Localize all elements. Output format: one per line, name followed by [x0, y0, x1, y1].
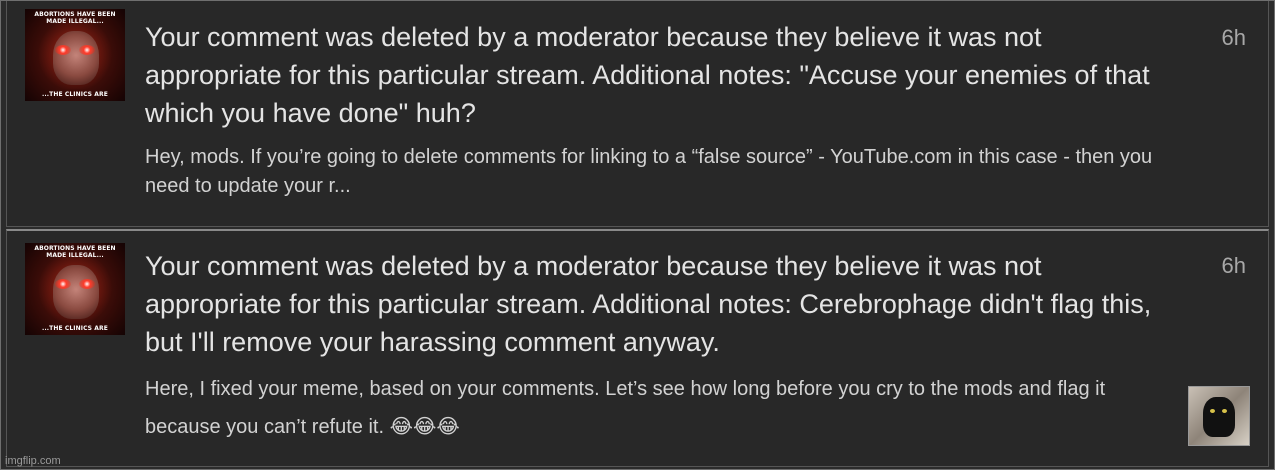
black-cat-meme-icon[interactable]: [1188, 386, 1250, 446]
laughing-emoji-icon: 😂😂😂: [389, 414, 460, 438]
avatar-face: [53, 31, 99, 85]
meme-avatar-icon[interactable]: ABORTIONS HAVE BEEN MADE ILLEGAL... ...T…: [25, 243, 125, 335]
comment-snippet: Hey, mods. If you’re going to delete com…: [145, 146, 1153, 197]
avatar-eye-left: [55, 279, 71, 289]
watermark: imgflip.com: [5, 455, 61, 467]
notification-time: 6h: [1221, 25, 1246, 50]
notification-item[interactable]: ABORTIONS HAVE BEEN MADE ILLEGAL... ...T…: [6, 229, 1269, 467]
avatar-face: [53, 265, 99, 319]
avatar-caption-bottom: ...THE CLINICS ARE: [42, 325, 108, 332]
cat-silhouette: [1203, 397, 1235, 437]
avatar-caption-top: ABORTIONS HAVE BEEN MADE ILLEGAL...: [34, 245, 116, 259]
notification-title: Your comment was deleted by a moderator …: [145, 251, 1152, 357]
avatar-caption-top: ABORTIONS HAVE BEEN MADE ILLEGAL...: [34, 11, 116, 25]
avatar-eye-right: [79, 279, 95, 289]
notification-item[interactable]: ABORTIONS HAVE BEEN MADE ILLEGAL... ...T…: [6, 1, 1269, 227]
cat-eye-right: [1222, 409, 1227, 413]
comment-snippet: Here, I fixed your meme, based on your c…: [145, 371, 1165, 446]
meme-avatar-icon[interactable]: ABORTIONS HAVE BEEN MADE ILLEGAL... ...T…: [25, 9, 125, 101]
cat-eye-left: [1210, 409, 1215, 413]
avatar-caption-bottom: ...THE CLINICS ARE: [42, 91, 108, 98]
notification-time: 6h: [1221, 253, 1246, 278]
notification-list: ABORTIONS HAVE BEEN MADE ILLEGAL... ...T…: [0, 0, 1275, 470]
comment-snippet-text: Here, I fixed your meme, based on your c…: [145, 378, 1106, 438]
avatar-eye-right: [79, 45, 95, 55]
avatar-eye-left: [55, 45, 71, 55]
notification-title: Your comment was deleted by a moderator …: [145, 22, 1150, 128]
